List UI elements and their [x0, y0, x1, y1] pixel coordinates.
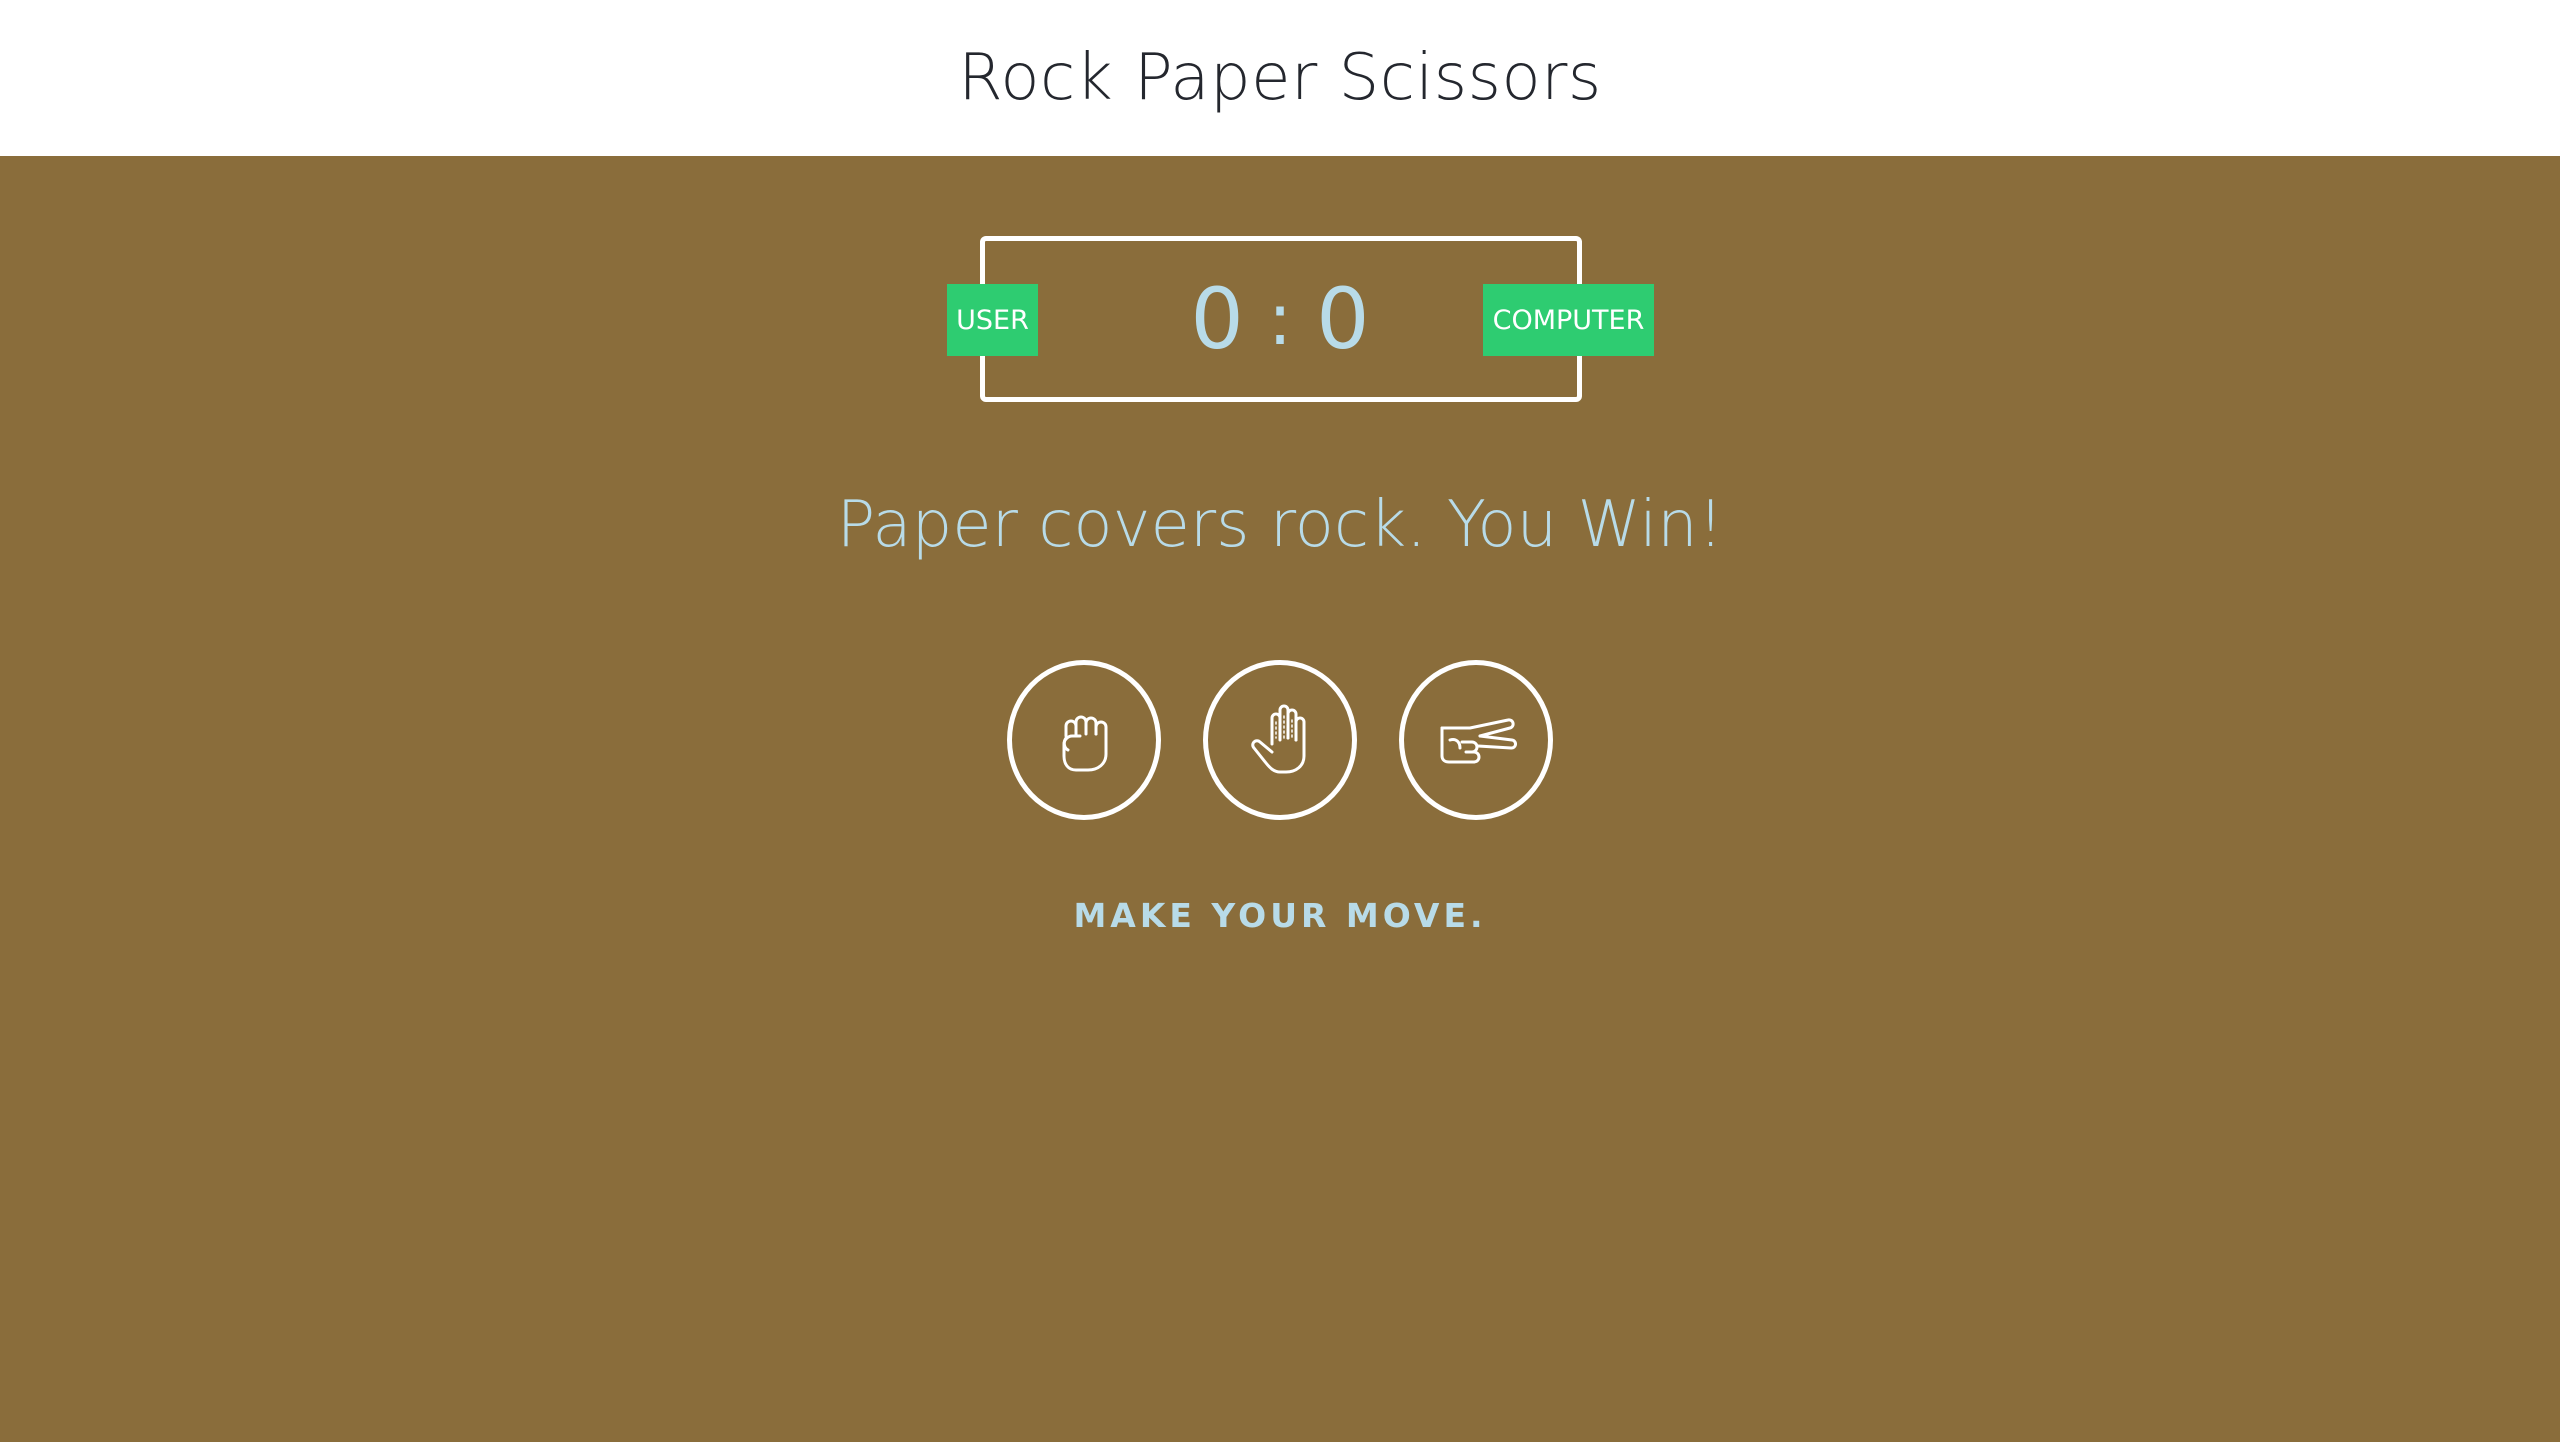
user-score: 0 — [1190, 270, 1246, 368]
paper-button[interactable] — [1203, 660, 1357, 820]
result-message: Paper covers rock. You Win! — [836, 488, 1724, 562]
score-separator: : — [1267, 277, 1295, 361]
page-header: Rock Paper Scissors — [0, 0, 2560, 156]
user-badge: USER — [947, 284, 1038, 356]
computer-score: 0 — [1316, 270, 1372, 368]
paper-hand-icon — [1251, 704, 1306, 774]
choice-group — [0, 660, 2560, 820]
rock-button[interactable] — [1007, 660, 1161, 820]
rock-hand-icon — [1062, 715, 1108, 772]
page-title: Rock Paper Scissors — [958, 41, 1602, 115]
move-prompt: MAKE YOUR MOVE. — [1073, 896, 1487, 935]
scissors-hand-icon — [1440, 718, 1517, 764]
scissors-button[interactable] — [1399, 660, 1553, 820]
computer-badge: COMPUTER — [1483, 284, 1654, 356]
